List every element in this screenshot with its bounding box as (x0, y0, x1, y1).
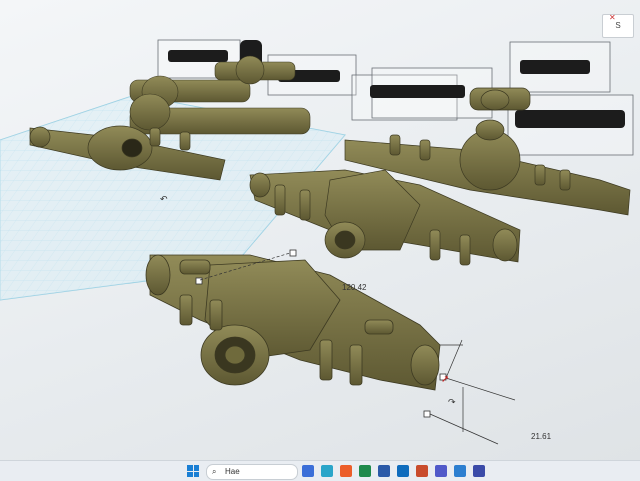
dimension-height-label[interactable]: 21.61 (531, 432, 551, 441)
taskbar: ⌕ Hae (0, 460, 640, 481)
dimension-width-label[interactable]: 120.42 (342, 283, 366, 292)
chat-icon[interactable] (302, 465, 314, 477)
powerpoint-icon[interactable] (416, 465, 428, 477)
store-icon[interactable] (340, 465, 352, 477)
axle-selected (145, 254, 441, 391)
app-icon[interactable] (454, 465, 466, 477)
cursor-icon: ↶ (160, 194, 168, 204)
rotate-icon: ↷ (448, 397, 456, 407)
move-arrow-icon: ➚ (441, 374, 449, 385)
3d-workplane[interactable]: ↶ ➚ ↷ (0, 0, 640, 460)
resize-handle-left (195, 277, 203, 285)
windows-start-icon[interactable] (187, 465, 199, 477)
search-icon: ⌕ (212, 467, 217, 476)
outlook-icon[interactable] (397, 465, 409, 477)
tinkercad-viewport[interactable]: ↶ ➚ ↷ 120.42 21.61 ✕ S (0, 0, 640, 460)
word-icon[interactable] (378, 465, 390, 477)
share-button[interactable]: ✕ S (602, 13, 634, 38)
app2-icon[interactable] (473, 465, 485, 477)
taskbar-search-input[interactable]: ⌕ Hae (206, 464, 298, 480)
excel-icon[interactable] (359, 465, 371, 477)
edge-icon[interactable] (321, 465, 333, 477)
resize-handle-bottom (423, 410, 431, 418)
close-icon: ✕ (609, 13, 616, 22)
teams-icon[interactable] (435, 465, 447, 477)
resize-handle-top (289, 249, 297, 257)
